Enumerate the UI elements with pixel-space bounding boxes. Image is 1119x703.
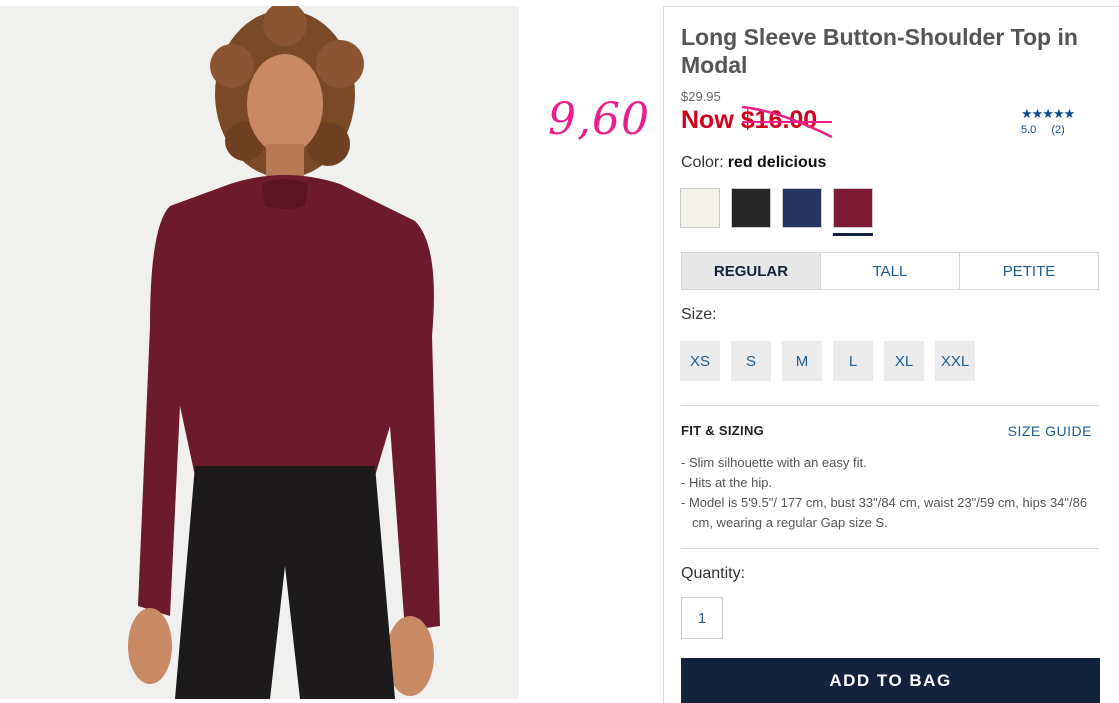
original-price: $29.95 [681, 89, 721, 104]
tab-regular[interactable]: REGULAR [682, 253, 821, 289]
star-rating-icon: ★★★★★ [1021, 106, 1075, 121]
fit-type-tabs: REGULAR TALL PETITE [681, 252, 1099, 290]
product-image[interactable] [0, 6, 519, 699]
review-count[interactable]: (2) [1051, 124, 1064, 136]
sale-price-value: $16.00 [740, 106, 818, 134]
tab-petite[interactable]: PETITE [960, 253, 1098, 289]
color-label-text: Color: [681, 154, 724, 171]
swatch-white[interactable] [680, 188, 720, 228]
now-label: Now [681, 106, 734, 134]
size-xl-button[interactable]: XL [884, 341, 924, 381]
quantity-input[interactable]: 1 [681, 597, 723, 639]
sale-price: Now $16.00 [681, 106, 817, 135]
selected-color-name: red delicious [727, 154, 827, 171]
quantity-label: Quantity: [681, 565, 746, 582]
size-options: XS S M L XL XXL [680, 341, 975, 381]
color-label: Color: red delicious [681, 154, 826, 172]
rating[interactable]: ★★★★★ 5.0 (2) [1021, 106, 1075, 136]
add-to-bag-button[interactable]: ADD TO BAG [681, 658, 1100, 703]
divider [681, 405, 1099, 406]
rating-score: 5.0 [1021, 124, 1037, 136]
swatch-black[interactable] [731, 188, 771, 228]
tab-tall[interactable]: TALL [821, 253, 960, 289]
size-label: Size: [681, 306, 717, 323]
fit-details-list: Slim silhouette with an easy fit. Hits a… [681, 453, 1101, 533]
swatch-navy[interactable] [782, 188, 822, 228]
fit-detail-item: Model is 5'9.5"/ 177 cm, bust 33"/84 cm,… [681, 493, 1101, 533]
product-photo-illustration [0, 6, 519, 699]
size-xxl-button[interactable]: XXL [935, 341, 975, 381]
product-info-panel: Long Sleeve Button-Shoulder Top in Modal… [663, 6, 1119, 703]
rating-summary: 5.0 (2) [1021, 124, 1074, 136]
product-title: Long Sleeve Button-Shoulder Top in Modal [681, 24, 1078, 78]
fit-detail-item: Hits at the hip. [681, 473, 1101, 493]
handwritten-price-annotation: 9,60 [548, 94, 650, 145]
size-s-button[interactable]: S [731, 341, 771, 381]
swatch-red-delicious[interactable] [833, 188, 873, 236]
divider [681, 548, 1099, 549]
size-m-button[interactable]: M [782, 341, 822, 381]
size-guide-link[interactable]: SIZE GUIDE [1008, 423, 1092, 439]
fit-detail-item: Slim silhouette with an easy fit. [681, 453, 1101, 473]
color-swatches [680, 188, 873, 236]
fit-sizing-heading: FIT & SIZING [681, 423, 765, 438]
size-l-button[interactable]: L [833, 341, 873, 381]
size-xs-button[interactable]: XS [680, 341, 720, 381]
